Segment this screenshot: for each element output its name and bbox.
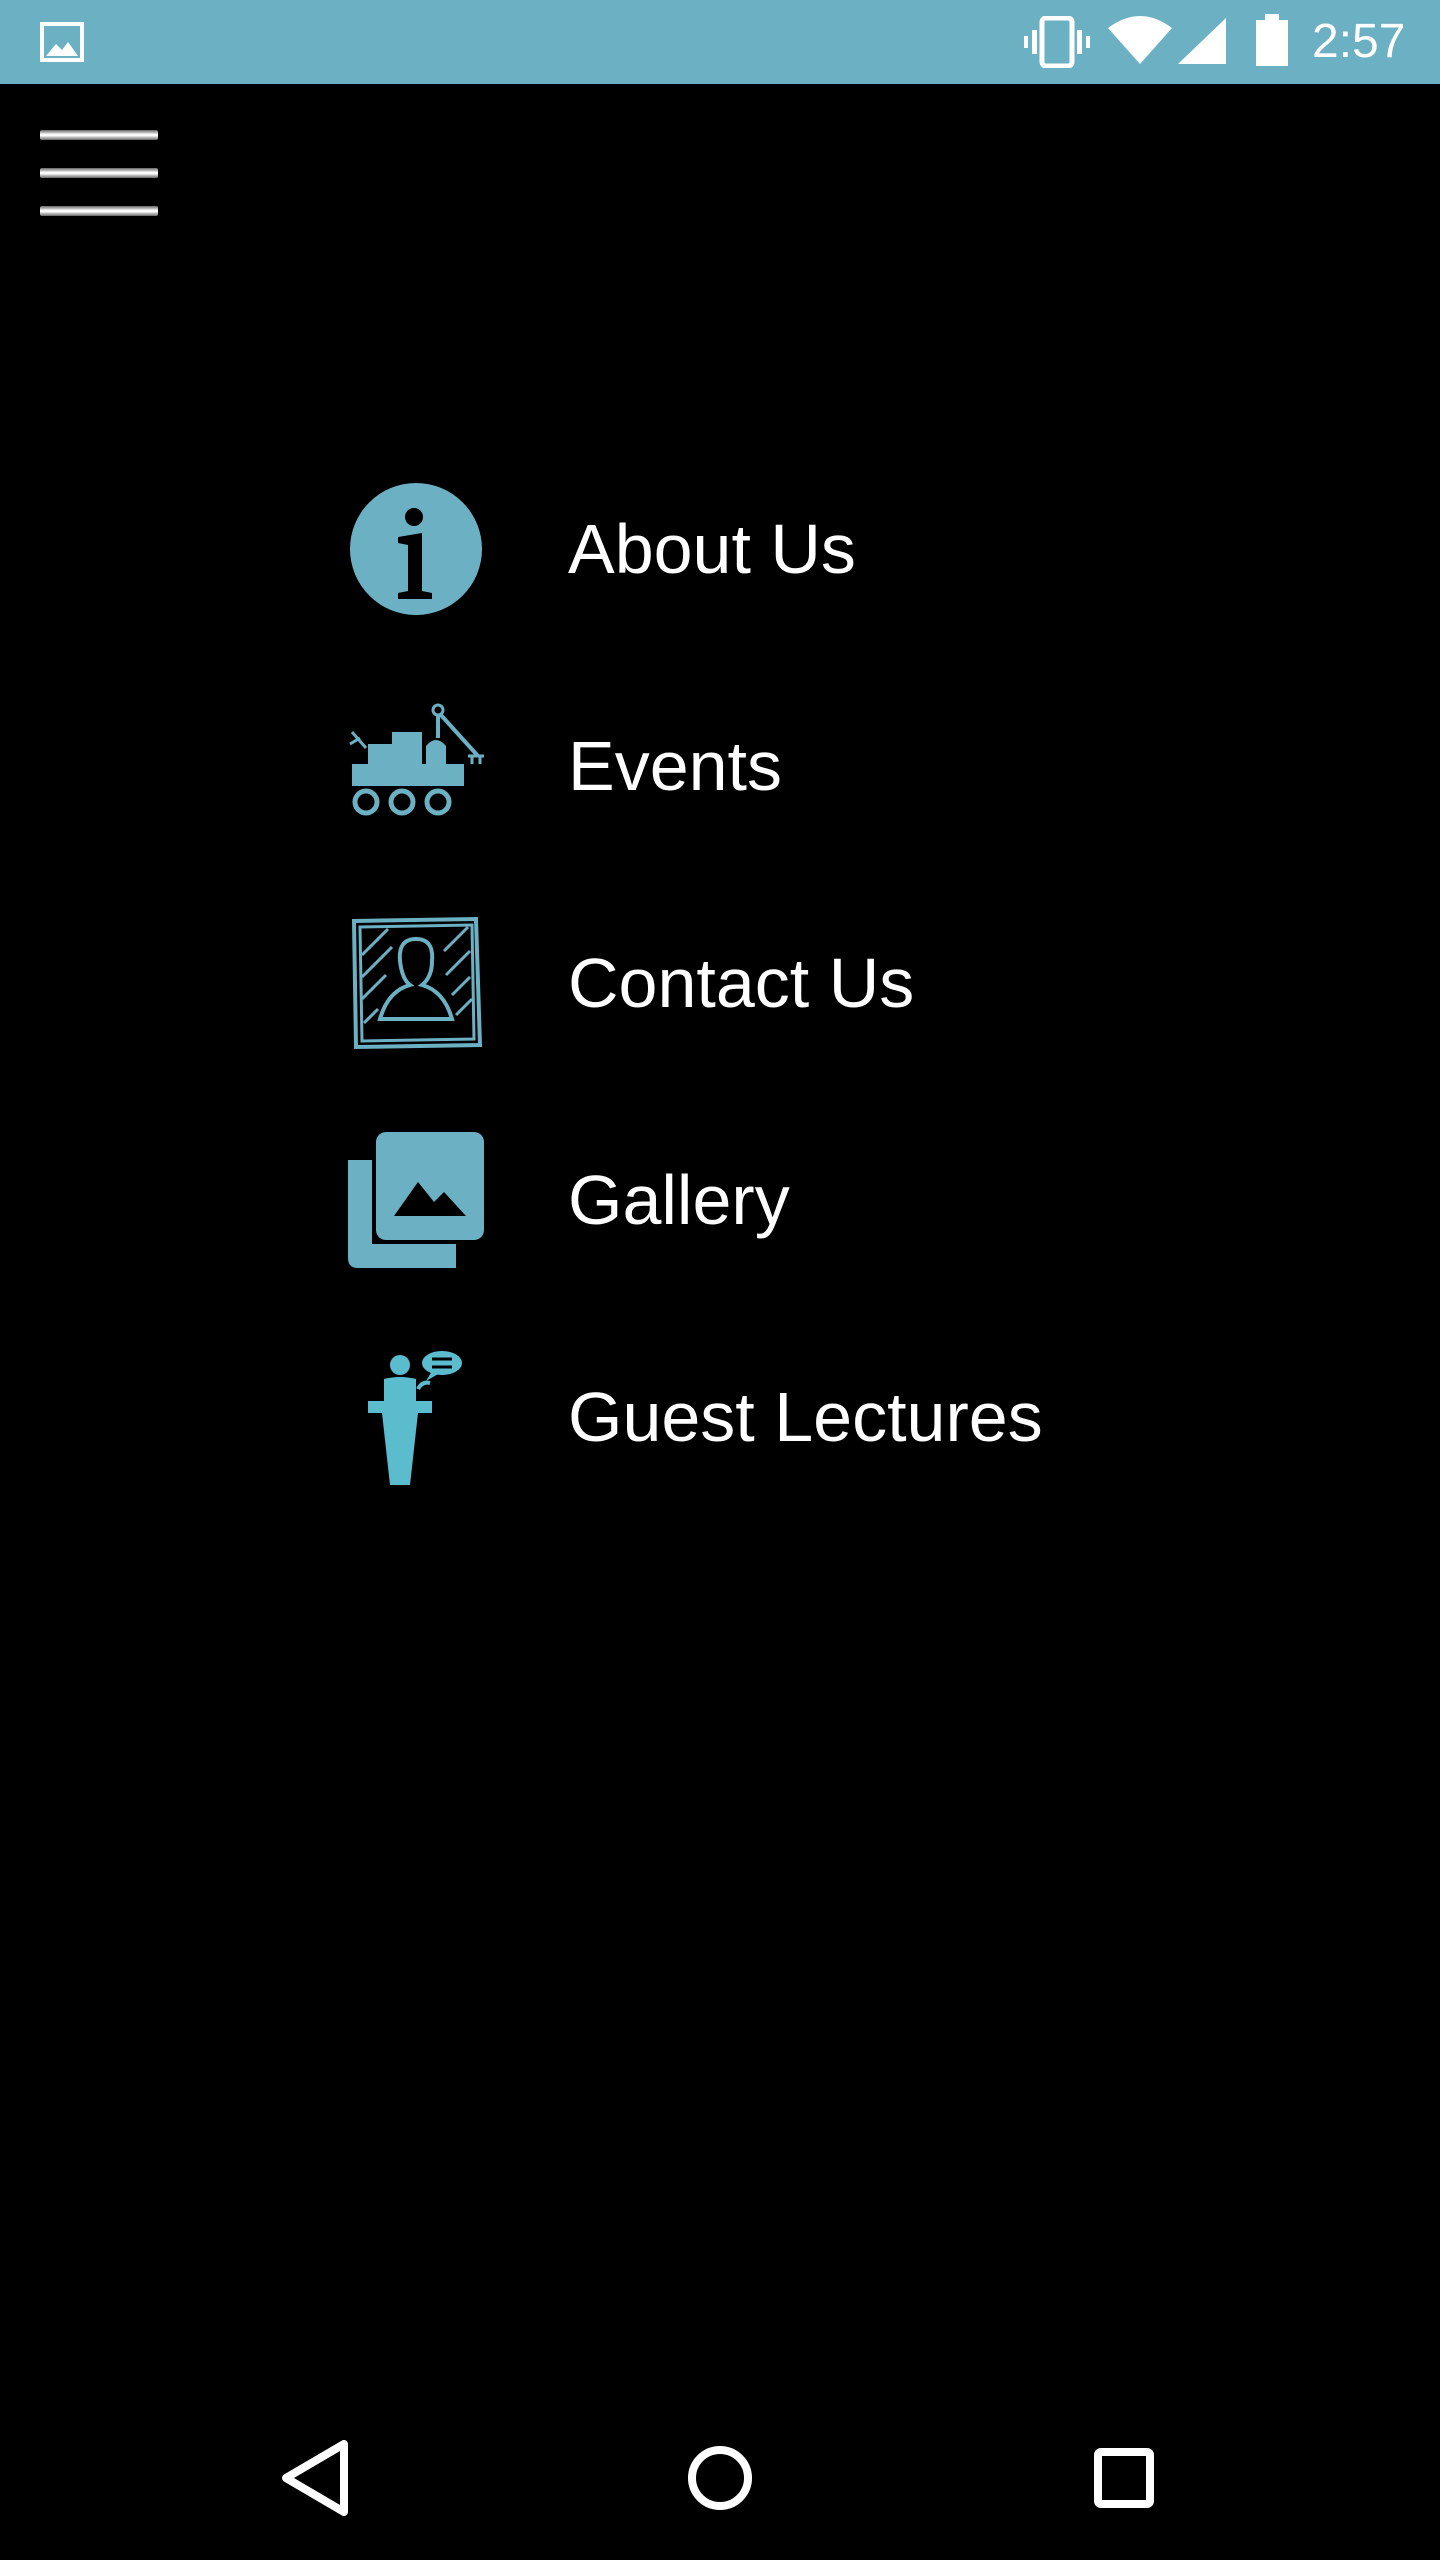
hamburger-menu-icon	[40, 130, 158, 140]
hamburger-bar	[40, 168, 158, 178]
menu-item-guest-lectures[interactable]: Guest Lectures	[348, 1308, 1248, 1525]
rover-icon	[348, 698, 484, 834]
hamburger-menu-button[interactable]	[40, 130, 160, 220]
home-icon[interactable]	[670, 2428, 770, 2528]
hamburger-bar	[40, 206, 158, 216]
battery-icon	[1256, 14, 1288, 66]
signal-icon	[1178, 18, 1226, 64]
menu-item-events[interactable]: Events	[348, 657, 1248, 874]
menu-item-label: Guest Lectures	[568, 1377, 1043, 1456]
lecturer-podium-icon	[348, 1349, 484, 1485]
back-icon[interactable]	[266, 2428, 366, 2528]
menu-item-gallery[interactable]: Gallery	[348, 1091, 1248, 1308]
wifi-icon	[1108, 16, 1172, 64]
menu-item-label: About Us	[568, 509, 856, 588]
contact-card-icon	[348, 915, 484, 1051]
vibrate-icon	[1024, 16, 1090, 68]
recents-icon[interactable]	[1074, 2428, 1174, 2528]
system-nav-bar	[0, 2392, 1440, 2560]
image-notification-icon	[40, 22, 84, 62]
menu-item-label: Contact Us	[568, 943, 915, 1022]
info-icon	[348, 481, 484, 617]
menu-item-about-us[interactable]: About Us	[348, 440, 1248, 657]
status-bar: 2:57	[0, 0, 1440, 84]
menu-item-label: Events	[568, 726, 782, 805]
menu-item-contact-us[interactable]: Contact Us	[348, 874, 1248, 1091]
gallery-icon	[348, 1131, 484, 1268]
main-menu: About Us Events Contact Us Gallery Guest…	[348, 440, 1248, 1525]
menu-item-label: Gallery	[568, 1160, 790, 1239]
status-clock: 2:57	[1312, 15, 1406, 68]
